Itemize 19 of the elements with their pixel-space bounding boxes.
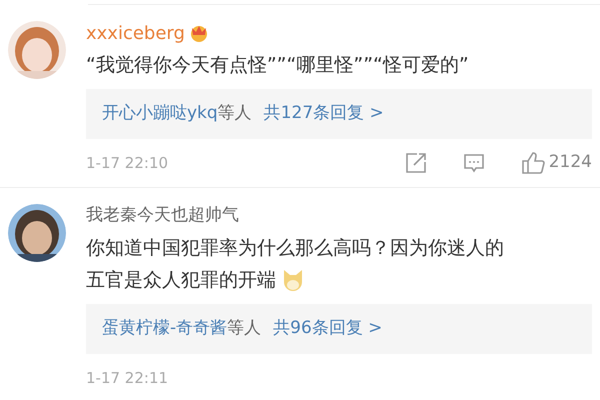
comment-text: 你知道中国犯罪率为什么那么高吗？因为你迷人的 [86, 236, 504, 261]
comment-text: 五官是众人犯罪的开端 [86, 268, 276, 293]
reply-names[interactable]: 蛋黄柠檬-奇奇酱 [102, 316, 228, 342]
comment-time: 1-17 22:11 [86, 368, 168, 389]
reply-suffix: 等人 [218, 102, 252, 126]
reply-count-link[interactable]: 共127条回复 > [264, 101, 384, 127]
username[interactable]: xxxiceberg [86, 20, 185, 46]
comment-time: 1-17 22:10 [86, 152, 168, 174]
reply-names[interactable]: 开心小蹦哒ykq [102, 101, 218, 127]
reply-suffix: 等人 [227, 317, 262, 340]
comment-text: “我觉得你今天有点怪””“哪里怪””“怪可爱的” [86, 53, 469, 78]
reply-count-link[interactable]: 共96条回复 > [273, 316, 382, 342]
thumbs-up-icon[interactable] [520, 152, 545, 174]
share-icon[interactable] [404, 152, 427, 174]
like-count: 2124 [548, 151, 592, 174]
replies-panel[interactable]: 蛋黄柠檬-奇奇酱等人 共96条回复 > [86, 304, 592, 354]
username[interactable]: 我老秦今天也超帅气 [86, 203, 239, 229]
replies-panel[interactable]: 开心小蹦哒ykq等人 共127条回复 > [86, 89, 592, 139]
comment-icon[interactable] [462, 152, 485, 174]
